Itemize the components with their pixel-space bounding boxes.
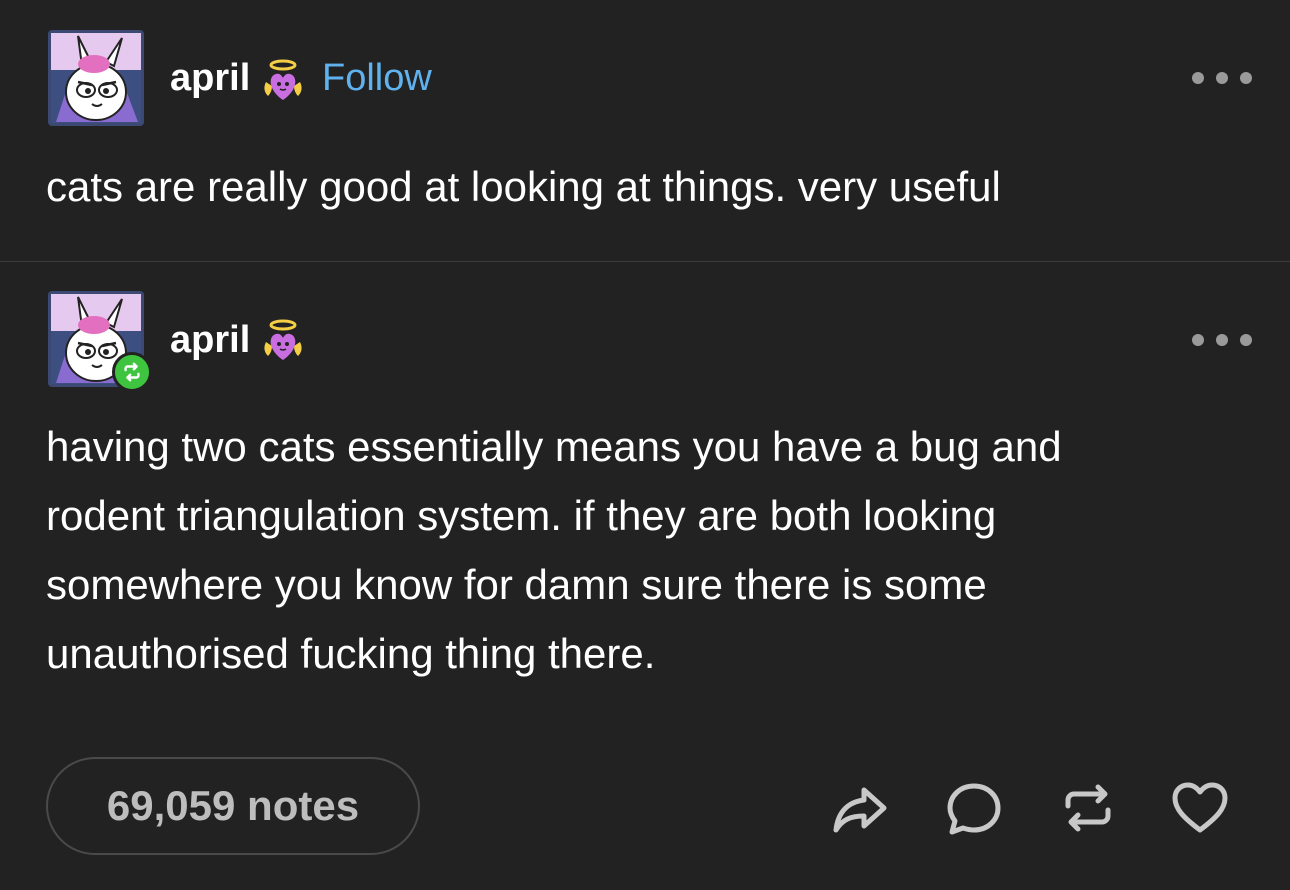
more-options-icon[interactable] xyxy=(1192,68,1252,88)
avatar-image xyxy=(48,30,144,126)
username[interactable]: april xyxy=(170,319,250,362)
post-body-text: cats are really good at looking at thing… xyxy=(46,163,1001,210)
more-options-icon[interactable] xyxy=(1192,330,1252,350)
original-post: april Follow cats are really good at loo… xyxy=(0,0,1290,262)
reply-icon[interactable] xyxy=(944,778,1004,838)
share-arrow-graphic xyxy=(833,787,887,833)
share-icon[interactable] xyxy=(830,778,890,838)
post-body-text: having two cats essentially means you ha… xyxy=(46,423,1062,677)
menu-dot xyxy=(1240,72,1252,84)
angel-heart-badge-icon xyxy=(264,59,302,100)
heart-graphic xyxy=(1172,782,1228,833)
angel-heart-badge-icon xyxy=(264,319,302,360)
reblog-badge-icon xyxy=(112,352,152,392)
reblog-icon[interactable] xyxy=(1058,778,1118,838)
user-avatar[interactable] xyxy=(48,30,144,126)
reblog-arrows-graphic xyxy=(1065,784,1111,832)
menu-dot xyxy=(1192,72,1204,84)
user-avatar[interactable] xyxy=(48,291,152,392)
menu-dot xyxy=(1240,334,1252,346)
reblog-post: april having two cats essentially means … xyxy=(0,262,1290,890)
follow-button[interactable]: Follow xyxy=(322,57,432,100)
menu-dot xyxy=(1192,334,1204,346)
menu-dot xyxy=(1216,334,1228,346)
reply-bubble-graphic xyxy=(947,783,1001,835)
username[interactable]: april xyxy=(170,57,250,100)
reblog-arrows-icon xyxy=(124,362,140,382)
notes-count-button[interactable]: 69,059 notes xyxy=(46,757,420,855)
menu-dot xyxy=(1216,72,1228,84)
heart-icon[interactable] xyxy=(1170,778,1230,838)
